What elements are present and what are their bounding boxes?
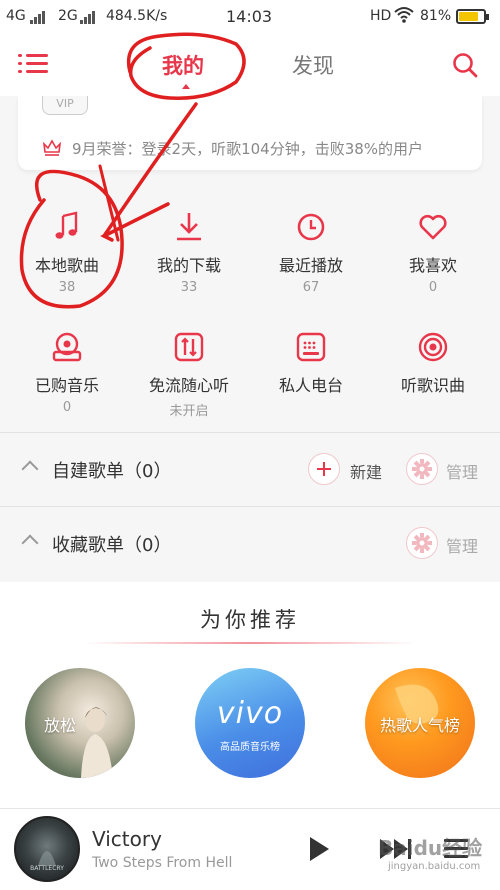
grid-label: 已购音乐 <box>34 376 99 395</box>
manage-label[interactable]: 管理 <box>446 533 478 557</box>
grid-label: 私人电台 <box>278 376 343 395</box>
grid-label: 本地歌曲 <box>34 256 99 275</box>
grid-item-song-recognition[interactable]: 听歌识曲 <box>370 330 496 400</box>
chevron-up-icon[interactable] <box>21 534 39 552</box>
grid-count: 33 <box>180 280 198 295</box>
play-button[interactable] <box>310 837 329 861</box>
signal-icon-2 <box>80 8 96 24</box>
hd-label: HD <box>370 8 392 24</box>
search-icon[interactable] <box>452 52 478 78</box>
battery-fill <box>459 12 478 21</box>
grid-item-local-songs[interactable]: 本地歌曲 38 <box>4 210 130 295</box>
status-bar: 4G 2G 484.5K/s 14:03 HD 81% <box>0 0 500 34</box>
grid-count: 未开启 <box>169 404 209 419</box>
chevron-up-icon[interactable] <box>21 460 39 478</box>
grid-count: 67 <box>302 280 320 295</box>
download-icon <box>172 210 206 244</box>
new-playlist-button[interactable] <box>308 453 340 485</box>
battery-icon <box>456 9 489 24</box>
recommend-title: 为你推荐 <box>200 608 300 632</box>
tab-discover[interactable]: 发现 <box>292 50 334 80</box>
gear-icon[interactable] <box>406 453 438 485</box>
grid-item-recent-plays[interactable]: 最近播放 67 <box>248 210 374 295</box>
network-label-2: 2G <box>58 8 78 24</box>
clock-icon <box>294 210 328 244</box>
wifi-icon <box>394 6 414 28</box>
grid-label: 我的下载 <box>156 256 221 275</box>
clock: 14:03 <box>226 7 273 26</box>
crown-icon <box>42 138 62 156</box>
network-speed: 484.5K/s <box>106 8 168 24</box>
album-text: BATTLECRY <box>30 865 64 872</box>
grid-label: 听歌识曲 <box>400 376 465 395</box>
grid-item-data-free[interactable]: 免流随心听 未开启 <box>126 330 252 419</box>
purchased-music-icon <box>50 330 84 364</box>
top-header: 我的 发现 <box>0 34 500 96</box>
watermark-url: jingyan.baidu.com <box>388 861 481 872</box>
grid-item-purchased-music[interactable]: 已购音乐 0 <box>4 330 130 415</box>
recommend-label: 放松 <box>43 716 76 735</box>
network-label-1: 4G <box>6 8 26 24</box>
grid-item-private-radio[interactable]: 私人电台 <box>248 330 374 400</box>
recommend-sublabel: 高品质音乐榜 <box>220 742 280 753</box>
song-recognition-icon <box>416 330 450 364</box>
menu-icon[interactable] <box>18 52 48 76</box>
divider <box>84 642 416 644</box>
collected-playlists-title[interactable]: 收藏歌单（0） <box>52 531 171 557</box>
data-free-icon <box>172 330 206 364</box>
grid-label: 免流随心听 <box>148 376 229 395</box>
artist-name: Two Steps From Hell <box>92 855 233 871</box>
created-playlists-title[interactable]: 自建歌单（0） <box>52 457 171 483</box>
grid-item-favorites[interactable]: 我喜欢 0 <box>370 210 496 295</box>
recommend-hot-songs[interactable]: 热歌人气榜 <box>365 668 475 778</box>
created-playlists-section: 自建歌单（0） 新建 管理 <box>0 432 500 507</box>
watermark: Baidu经验 <box>378 836 483 860</box>
battery-percent: 81% <box>420 8 452 24</box>
grid-item-my-downloads[interactable]: 我的下载 33 <box>126 210 252 295</box>
album-art: BATTLECRY <box>30 851 64 872</box>
song-title: Victory <box>92 827 162 851</box>
music-note-icon <box>50 210 84 244</box>
grid-label: 最近播放 <box>278 256 343 275</box>
grid-label: 我喜欢 <box>408 256 457 275</box>
gear-icon[interactable] <box>406 527 438 559</box>
tab-mine[interactable]: 我的 <box>162 50 204 80</box>
collected-playlists-section: 收藏歌单（0） 管理 <box>0 506 500 581</box>
monthly-honor-text: 9月荣誉：登录2天，听歌104分钟，击败38%的用户 <box>72 140 424 158</box>
vivo-logo-text: vivo <box>216 696 284 731</box>
recommend-relax[interactable]: 放松 <box>25 668 135 778</box>
vip-badge: VIP <box>42 96 88 115</box>
recommend-vivo-chart[interactable]: vivo 高品质音乐榜 <box>195 668 305 778</box>
active-tab-indicator <box>182 84 190 89</box>
manage-label[interactable]: 管理 <box>446 459 478 483</box>
heart-icon <box>416 210 450 244</box>
recommend-section: 为你推荐 放松 vivo 高品质音乐榜 热歌人气榜 <box>0 582 500 808</box>
grid-count: 0 <box>428 280 438 295</box>
recommend-label: 热歌人气榜 <box>379 716 460 735</box>
signal-icon <box>30 8 46 24</box>
grid-count: 0 <box>62 400 72 415</box>
radio-icon <box>294 330 328 364</box>
album-cover[interactable]: BATTLECRY <box>14 816 80 882</box>
new-playlist-label[interactable]: 新建 <box>350 459 382 483</box>
grid-count: 38 <box>58 280 76 295</box>
